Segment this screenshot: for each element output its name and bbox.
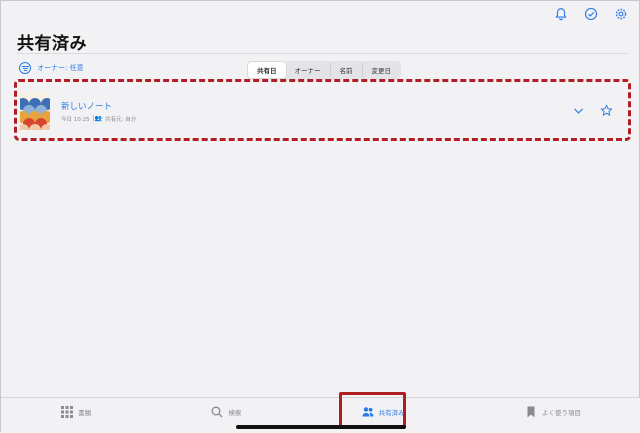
tab-documents-label: 書類 bbox=[78, 409, 92, 417]
filter-icon bbox=[19, 62, 31, 74]
star-icon[interactable] bbox=[598, 102, 614, 118]
note-text: 新しいノート 今日 10:25 |👥 共有元: 自分 bbox=[61, 100, 136, 123]
note-title: 新しいノート bbox=[61, 101, 113, 112]
sort-option-owner[interactable]: オーナー bbox=[286, 62, 330, 78]
note-date: 今日 10:25 bbox=[61, 116, 90, 123]
owner-filter-button[interactable]: オーナー: 任意 bbox=[19, 62, 84, 74]
home-indicator bbox=[236, 425, 406, 429]
people-icon: |👥 bbox=[92, 115, 103, 122]
sort-option-modified-date[interactable]: 変更日 bbox=[361, 62, 401, 78]
chevron-down-icon[interactable] bbox=[570, 102, 586, 118]
title-divider bbox=[17, 53, 629, 54]
sort-option-shared-date[interactable]: 共有日 bbox=[248, 62, 286, 78]
sort-option-name[interactable]: 名前 bbox=[329, 62, 362, 78]
tab-documents[interactable]: 書類 bbox=[61, 406, 91, 418]
tab-favorites[interactable]: よく使う項目 bbox=[525, 406, 581, 418]
tab-favorites-label: よく使う項目 bbox=[541, 409, 581, 417]
row-actions bbox=[570, 102, 614, 118]
app-window: 共有済み オーナー: 任意 共有日 オーナー 名前 変更日 新しいノート 今日 … bbox=[0, 0, 640, 433]
search-icon bbox=[211, 406, 223, 418]
checkmark-circle-icon[interactable] bbox=[583, 6, 599, 22]
top-toolbar bbox=[553, 6, 629, 22]
annotation-highlight-shared-tab bbox=[339, 392, 406, 428]
tab-search[interactable]: 検索 bbox=[211, 406, 241, 418]
note-shared-by: 共有元: 自分 bbox=[105, 116, 137, 123]
bell-icon[interactable] bbox=[553, 6, 569, 22]
owner-filter-label: オーナー: 任意 bbox=[37, 64, 84, 72]
page-title: 共有済み bbox=[17, 34, 87, 54]
tab-search-label: 検索 bbox=[228, 409, 242, 417]
gear-icon[interactable] bbox=[613, 6, 629, 22]
grid-icon bbox=[61, 406, 74, 418]
sort-segmented-control: 共有日 オーナー 名前 変更日 bbox=[247, 61, 401, 79]
bookmark-icon bbox=[527, 406, 535, 418]
note-thumbnail bbox=[20, 92, 50, 130]
list-item[interactable]: 新しいノート 今日 10:25 |👥 共有元: 自分 bbox=[20, 89, 620, 133]
note-meta: 今日 10:25 |👥 共有元: 自分 bbox=[61, 115, 136, 123]
